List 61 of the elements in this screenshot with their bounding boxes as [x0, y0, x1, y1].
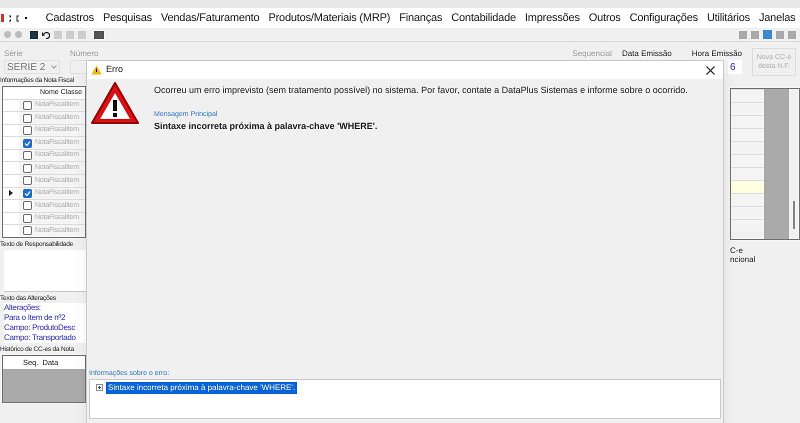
- main-message: Sintaxe incorreta próxima à palavra-chave 'WHERE'.: [154, 120, 378, 133]
- warning-icon: [91, 65, 102, 75]
- row-checkbox[interactable]: [23, 101, 32, 110]
- tree-item[interactable]: Sintaxe incorreta próxima à palavra-chave 'WHERE'.: [106, 382, 298, 394]
- row-checkbox[interactable]: [23, 164, 32, 173]
- grid-row[interactable]: [731, 128, 764, 141]
- dialog-title: Erro: [106, 63, 124, 76]
- row-checkbox[interactable]: [23, 138, 32, 148]
- undo-icon[interactable]: [42, 30, 50, 38]
- expand-icon[interactable]: [96, 384, 103, 391]
- row-checkbox[interactable]: [23, 151, 32, 160]
- row-header[interactable]: [3, 188, 19, 200]
- menu-item[interactable]: Configurações: [625, 10, 702, 26]
- change-line: Campo: Transportado: [4, 333, 77, 344]
- responsabilidade-field[interactable]: [4, 250, 86, 292]
- serie-label: Série: [4, 48, 24, 60]
- menu-item[interactable]: Impressões: [520, 10, 584, 26]
- serie-select[interactable]: SERIE 2: [4, 60, 60, 74]
- hora-label: Hora Emissão: [692, 48, 742, 60]
- grid-row[interactable]: [731, 180, 764, 193]
- grid-row[interactable]: [731, 167, 764, 180]
- scrollbar-thumb[interactable]: [793, 201, 795, 229]
- grid-row[interactable]: [731, 115, 764, 128]
- grid-row[interactable]: [731, 141, 764, 154]
- menu-item[interactable]: Vendas/Faturamento: [156, 10, 264, 26]
- data-label: Data Emissão: [622, 48, 672, 60]
- grid-row[interactable]: [731, 102, 764, 115]
- grid-row[interactable]: [731, 206, 764, 219]
- menu-item[interactable]: Finanças: [394, 10, 447, 26]
- row-checkbox[interactable]: [23, 126, 32, 136]
- label-fragment: C-e: [730, 246, 744, 255]
- close-button[interactable]: [706, 66, 715, 74]
- row-checkbox[interactable]: [23, 114, 32, 123]
- grid-row[interactable]: [731, 89, 764, 102]
- hora-field[interactable]: 6: [728, 60, 742, 74]
- change-line: Alterações:: [4, 303, 42, 314]
- row-checkbox[interactable]: [23, 201, 32, 210]
- change-line: Para o Item de nº2: [4, 313, 66, 324]
- row-checkbox[interactable]: [23, 214, 32, 223]
- warning-icon: [90, 81, 140, 125]
- change-line: Campo: ProdutoDesc: [4, 323, 76, 334]
- menu-item[interactable]: Contabilidade: [446, 10, 520, 26]
- menu-item[interactable]: Utilitários: [702, 10, 754, 26]
- menu-item[interactable]: Cadastros: [41, 10, 98, 26]
- alteracoes-field[interactable]: Alterações: Para o Item de nº2 Campo: ProdutoDesc Campo: Transportado: [4, 303, 86, 344]
- grid-row[interactable]: [731, 193, 764, 206]
- row-checkbox[interactable]: [23, 226, 32, 236]
- error-message: Ocorreu um erro imprevisto (sem tratamento possível) no sistema. Por favor, contate a DataPlus Sistemas e informe sobre o ocorrido.: [154, 84, 688, 97]
- sequencial-label: Sequencial: [572, 48, 612, 60]
- menu-item[interactable]: Pesquisas: [98, 10, 156, 26]
- chevron-icon: [51, 65, 57, 69]
- row-checkbox[interactable]: [23, 176, 32, 186]
- menu-item[interactable]: Janelas: [754, 10, 800, 26]
- grid-row[interactable]: [731, 154, 764, 167]
- label-fragment: ncional: [730, 255, 756, 264]
- grid-row[interactable]: [731, 219, 764, 232]
- numero-label: Número: [70, 48, 100, 60]
- row-pointer-icon: [9, 190, 13, 196]
- menu-item[interactable]: Outros: [584, 10, 626, 26]
- row-checkbox[interactable]: [23, 188, 32, 198]
- menu-item[interactable]: Produtos/Materiais (MRP): [264, 10, 395, 26]
